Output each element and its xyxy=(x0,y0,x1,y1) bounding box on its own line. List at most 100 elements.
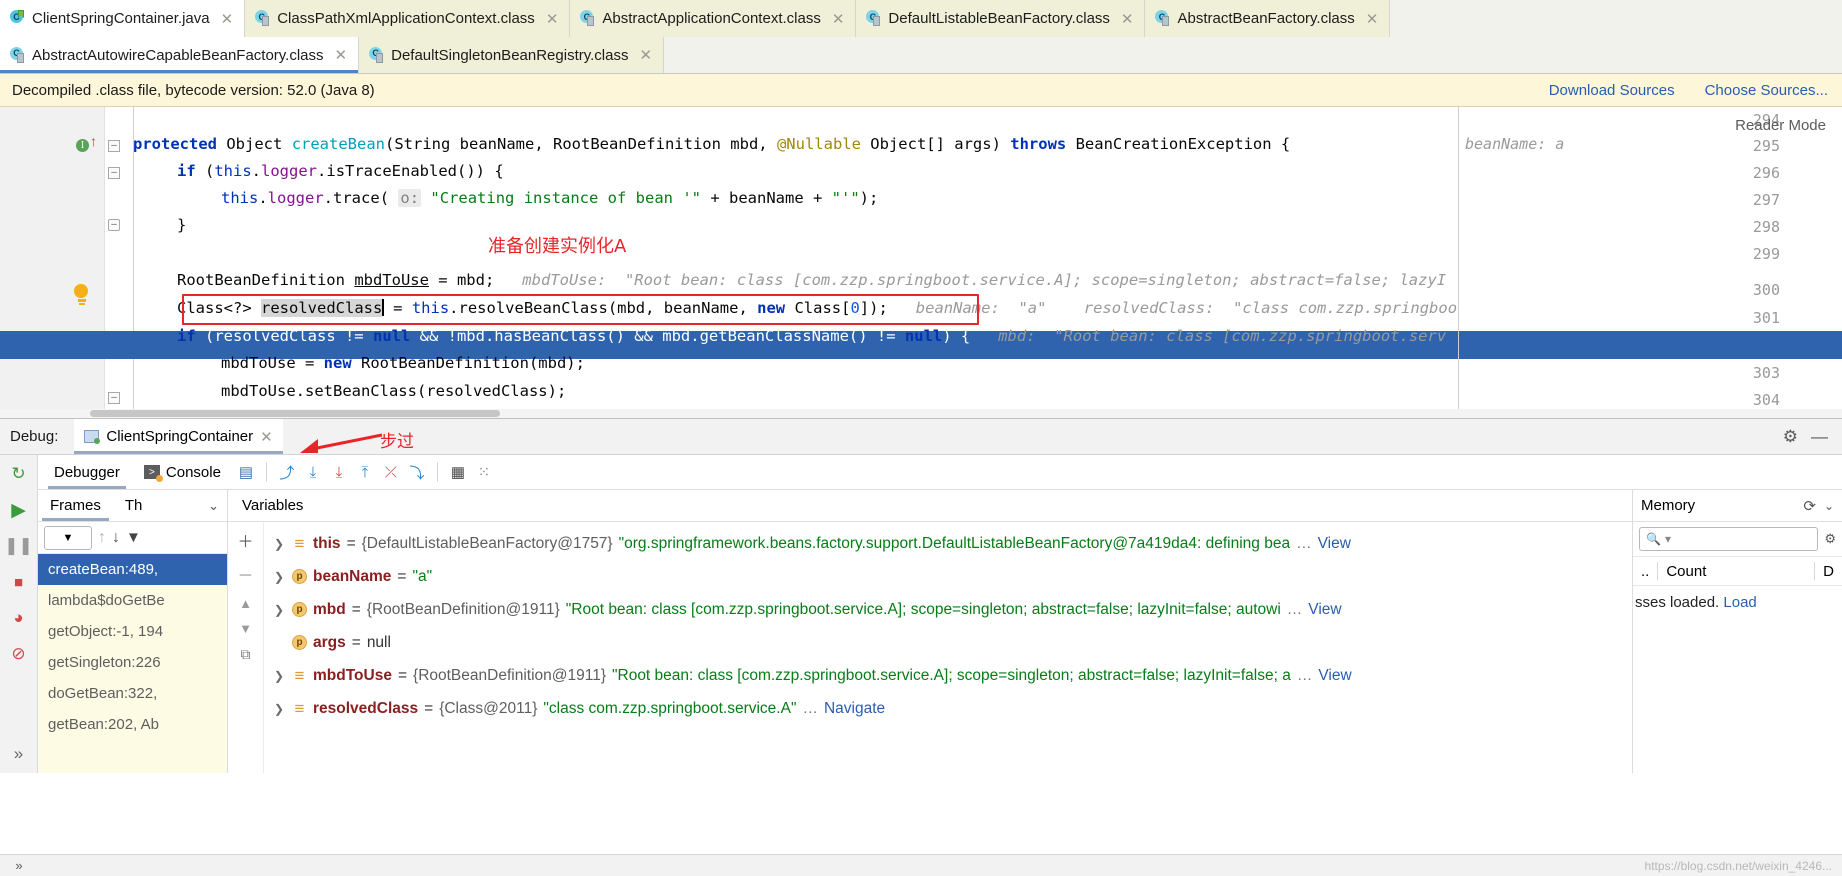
choose-sources-link[interactable]: Choose Sources... xyxy=(1705,82,1828,99)
close-icon[interactable]: ✕ xyxy=(546,10,559,28)
layout-settings-icon[interactable]: ▤ xyxy=(233,459,259,485)
expand-icon[interactable]: » xyxy=(0,858,38,873)
code-editor[interactable]: 294 295 296 297 298 299 300 301 302 303 … xyxy=(0,107,1842,419)
variable-row-args[interactable]: ❯ p args = null xyxy=(264,626,1632,659)
settings-layout-icon[interactable]: ⁙ xyxy=(471,459,497,485)
memory-search-input[interactable]: 🔍 ▾ xyxy=(1639,527,1819,551)
debug-session-tab[interactable]: ClientSpringContainer ✕ xyxy=(74,419,284,454)
debug-label: Debug: xyxy=(10,428,59,445)
tab-console[interactable]: > Console xyxy=(132,455,233,489)
code-text-area[interactable]: protected Object createBean(String beanN… xyxy=(133,107,1842,418)
memory-col-count[interactable]: Count xyxy=(1658,563,1714,580)
filter-icon[interactable]: ▼ xyxy=(126,529,141,546)
editor-tab-abstractapplicationcontext[interactable]: C AbstractApplicationContext.class ✕ xyxy=(570,0,857,37)
chevron-right-icon[interactable]: ❯ xyxy=(274,537,286,551)
scrollbar-thumb[interactable] xyxy=(90,410,500,417)
scroll-up-icon[interactable]: ▲ xyxy=(239,596,252,611)
thread-selector-dropdown[interactable]: ▼ xyxy=(44,525,92,550)
view-breakpoints-icon[interactable]: ◕ xyxy=(8,607,30,629)
frame-item-createbean[interactable]: createBean:489, xyxy=(38,554,227,585)
view-link[interactable]: View xyxy=(1318,535,1351,553)
mute-breakpoints-icon[interactable]: ⊘ xyxy=(8,643,30,665)
move-up-icon[interactable]: ↑ xyxy=(98,529,106,547)
variable-row-mbdtouse[interactable]: ❯ mbdToUse = {RootBeanDefinition@1911} "… xyxy=(264,659,1632,692)
chevron-right-icon[interactable]: ❯ xyxy=(274,570,286,584)
annotation-prepare-instantiate: 准备创建实例化A xyxy=(488,236,627,257)
minimize-icon[interactable]: — xyxy=(1811,427,1828,447)
show-execution-point-icon[interactable]: ⤴ xyxy=(274,459,300,485)
editor-tab-defaultlistablebeanfactory[interactable]: C DefaultListableBeanFactory.class ✕ xyxy=(856,0,1146,37)
memory-col-blank[interactable]: .. xyxy=(1633,563,1657,580)
frame-item-getobject[interactable]: getObject:-1, 194 xyxy=(38,616,227,647)
variable-row-resolvedclass[interactable]: ❯ resolvedClass = {Class@2011} "class co… xyxy=(264,692,1632,725)
editor-gutter[interactable] xyxy=(0,107,105,418)
run-to-cursor-icon[interactable]: ⤵ xyxy=(404,459,430,485)
close-icon[interactable]: ✕ xyxy=(221,10,234,28)
frame-item-getbean[interactable]: getBean:202, Ab xyxy=(38,709,227,740)
tab-threads[interactable]: Th xyxy=(113,490,155,521)
step-into-icon[interactable]: ⤓ xyxy=(326,459,352,485)
remove-watch-icon[interactable]: － xyxy=(237,562,253,586)
move-down-icon[interactable]: ↓ xyxy=(112,529,120,547)
rerun-icon[interactable]: ↻ xyxy=(8,463,30,485)
editor-horizontal-scrollbar[interactable] xyxy=(0,409,1842,418)
chevron-down-icon[interactable]: ⌄ xyxy=(1824,499,1834,513)
variable-row-beanname[interactable]: ❯ p beanName = "a" xyxy=(264,560,1632,593)
memory-col-diff[interactable]: D xyxy=(1815,563,1842,580)
frame-item-lambda-dogetbean[interactable]: lambda$doGetBe xyxy=(38,585,227,616)
close-icon[interactable]: ✕ xyxy=(832,10,845,28)
load-classes-link[interactable]: Load xyxy=(1723,594,1756,611)
variable-row-mbd[interactable]: ❯ p mbd = {RootBeanDefinition@1911} "Roo… xyxy=(264,593,1632,626)
close-icon[interactable]: ✕ xyxy=(260,428,273,446)
search-chevron-icon[interactable]: ▾ xyxy=(1665,532,1671,546)
force-step-into-icon[interactable]: ⤫ xyxy=(378,459,404,485)
scroll-down-icon[interactable]: ▼ xyxy=(239,621,252,636)
add-watch-icon[interactable]: ＋ xyxy=(237,528,253,552)
stop-icon[interactable]: ■ xyxy=(8,571,30,593)
reader-mode-label[interactable]: Reader Mode xyxy=(1735,117,1826,134)
settings-gear-icon[interactable]: ⚙ xyxy=(1824,531,1836,547)
chevron-right-icon[interactable]: ❯ xyxy=(274,603,286,617)
step-out-icon[interactable]: ⤒ xyxy=(352,459,378,485)
copy-icon[interactable]: ⧉ xyxy=(241,646,251,663)
evaluate-expression-icon[interactable]: ▦ xyxy=(445,459,471,485)
editor-tab-classpathxmlapplicationcontext[interactable]: C ClassPathXmlApplicationContext.class ✕ xyxy=(245,0,571,37)
tab-debugger[interactable]: Debugger xyxy=(42,455,132,489)
editor-tab-client-spring-container[interactable]: C ClientSpringContainer.java ✕ xyxy=(0,0,246,37)
breakpoint-icon[interactable]: I xyxy=(76,139,89,152)
editor-tab-defaultsingletonbeanregistry[interactable]: C DefaultSingletonBeanRegistry.class ✕ xyxy=(359,37,665,73)
editor-tab-abstractautowirecapablebeanfactory[interactable]: C AbstractAutowireCapableBeanFactory.cla… xyxy=(0,37,360,73)
resume-program-icon[interactable]: ▶ xyxy=(8,499,30,521)
close-icon[interactable]: ✕ xyxy=(1121,10,1134,28)
fold-marker-icon[interactable]: – xyxy=(108,167,120,179)
chevron-right-icon[interactable]: ❯ xyxy=(274,669,286,683)
frame-item-dogetbean[interactable]: doGetBean:322, xyxy=(38,678,227,709)
step-over-icon[interactable]: ⤓ xyxy=(300,459,326,485)
navigate-link[interactable]: Navigate xyxy=(824,700,885,718)
chevron-right-icon[interactable]: ❯ xyxy=(274,702,286,716)
fold-end-marker-icon[interactable]: – xyxy=(108,219,120,231)
tab-frames[interactable]: Frames xyxy=(38,490,113,521)
refresh-icon[interactable]: ⟳ xyxy=(1803,497,1816,515)
expand-icon[interactable]: » xyxy=(8,743,30,765)
fold-marker-icon[interactable]: – xyxy=(108,140,120,152)
code-line-295: protected Object createBean(String beanN… xyxy=(133,135,1291,153)
gear-icon[interactable]: ⚙ xyxy=(1783,427,1798,447)
view-link[interactable]: View xyxy=(1308,601,1341,619)
chevron-down-icon[interactable]: ⌄ xyxy=(208,498,227,514)
close-icon[interactable]: ✕ xyxy=(1366,10,1379,28)
fold-end-marker-icon[interactable]: – xyxy=(108,392,120,404)
intention-bulb-icon[interactable] xyxy=(74,284,89,305)
frame-item-getsingleton[interactable]: getSingleton:226 xyxy=(38,647,227,678)
view-link[interactable]: View xyxy=(1318,667,1351,685)
close-icon[interactable]: ✕ xyxy=(335,46,348,64)
close-icon[interactable]: ✕ xyxy=(639,46,652,64)
variable-value: "org.springframework.beans.factory.suppo… xyxy=(618,534,1291,552)
pause-icon[interactable]: ❚❚ xyxy=(4,535,33,557)
download-sources-link[interactable]: Download Sources xyxy=(1549,82,1675,99)
variable-row-this[interactable]: ❯ this = {DefaultListableBeanFactory@175… xyxy=(264,527,1632,560)
editor-fold-column[interactable] xyxy=(105,107,133,418)
variables-list[interactable]: ❯ this = {DefaultListableBeanFactory@175… xyxy=(264,522,1632,773)
editor-tab-abstractbeanfactory[interactable]: C AbstractBeanFactory.class ✕ xyxy=(1145,0,1391,37)
frames-list[interactable]: createBean:489, lambda$doGetBe getObject… xyxy=(38,554,227,773)
